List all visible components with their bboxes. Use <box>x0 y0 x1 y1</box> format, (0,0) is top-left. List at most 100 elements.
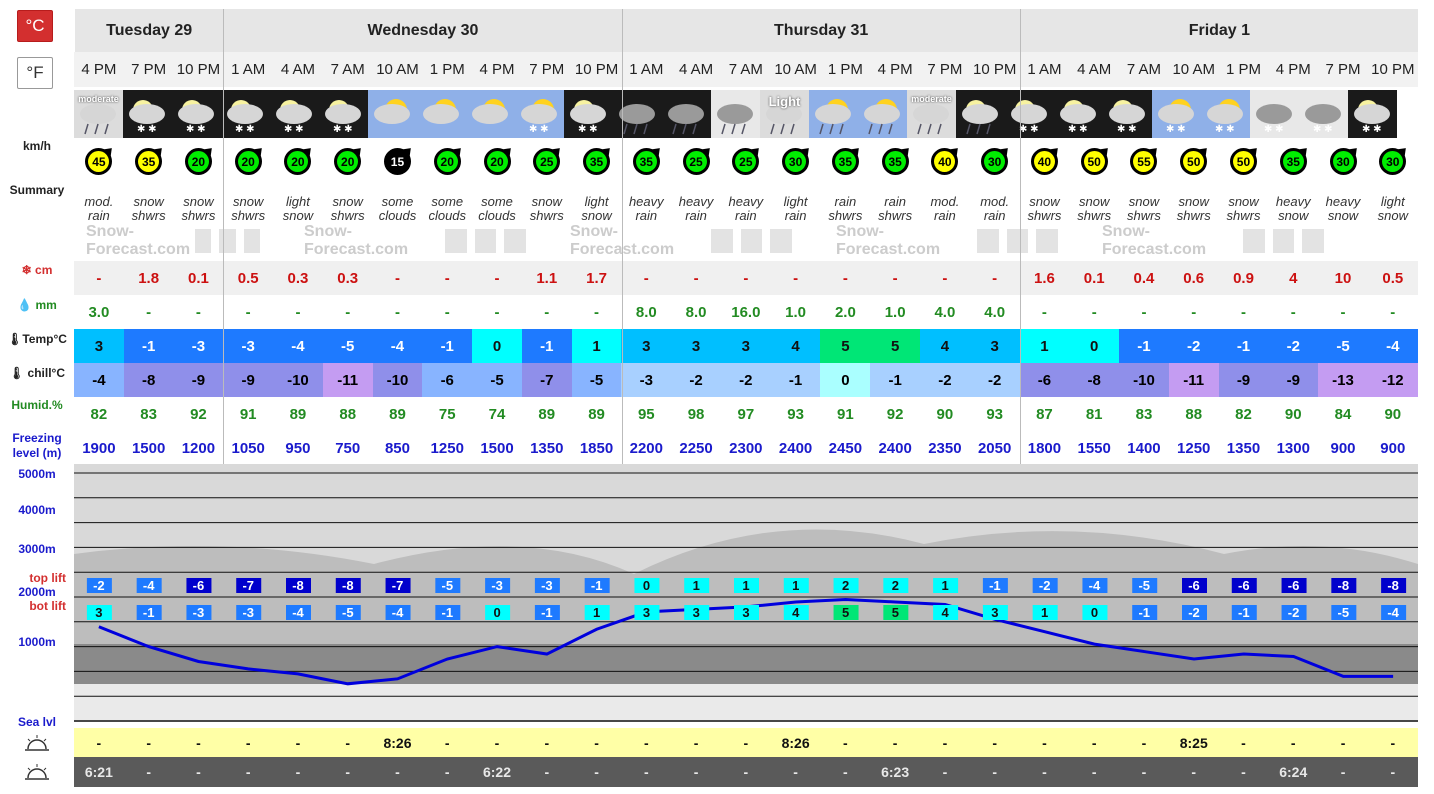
humidity-cell: 82 <box>1235 405 1252 423</box>
freezing-cell: 2250 <box>679 439 713 457</box>
time-cell: 1 PM <box>1225 61 1261 78</box>
wind-cell: 35 <box>621 139 671 184</box>
humidity-cell: 89 <box>588 405 605 423</box>
time-cell: 10 PM <box>972 61 1017 78</box>
chill-cell: -2 <box>671 363 721 397</box>
freezing-cell: 950 <box>285 439 311 457</box>
temp-cell: -3 <box>223 329 274 363</box>
heavy-rain-night-weather-icon <box>613 90 662 138</box>
raindrop-icon: 💧 <box>17 298 33 312</box>
time-cell: 4 PM <box>479 61 515 78</box>
bot-lift-temp: 3 <box>734 605 759 620</box>
watermark: Snow-Forecast.com <box>74 223 264 258</box>
sunset-cell: - <box>743 764 749 780</box>
chill-cell: 0 <box>820 363 871 397</box>
bot-lift-temp: 4 <box>783 605 809 620</box>
bot-lift-temp: 3 <box>86 605 112 620</box>
day-header: Thursday 31 <box>621 9 1020 52</box>
temp-cell: -1 <box>1119 329 1169 363</box>
time-cell: 1 AM <box>629 61 664 78</box>
wind-speed: 30 <box>785 151 807 172</box>
sunrise-cell: 8:26 <box>383 734 412 751</box>
day-separator <box>621 9 623 465</box>
sunrise-cell: - <box>345 734 351 751</box>
wind-row: 45 35 20 20 20 20 15 20 20 25 35 35 25 25 30 35 35 40 30 40… <box>74 139 1418 184</box>
wind-arrow-icon: 25 <box>533 148 561 175</box>
bot-lift-temp: 4 <box>933 605 959 620</box>
wind-speed: 35 <box>635 151 657 172</box>
snow-sun-weather-icon: ✱ ✱ <box>515 90 564 138</box>
top-lift-temp: -8 <box>335 578 361 593</box>
icon-label: moderate <box>911 94 952 104</box>
top-lift-temp: -7 <box>236 578 262 593</box>
rain-cell: - <box>146 303 152 321</box>
bot-lift-temp-value: -5 <box>1338 605 1350 620</box>
humidity-cell: 83 <box>1135 405 1153 423</box>
temp-cell: 3 <box>671 329 721 363</box>
wind-speed: 35 <box>1282 151 1304 172</box>
snow-night-weather-icon: ✱ ✱ <box>1103 90 1152 138</box>
top-lift-temp: 2 <box>883 578 909 593</box>
wind-cell: 25 <box>671 139 721 184</box>
temp-cell: -2 <box>1268 329 1319 363</box>
wind-cell: 40 <box>1020 139 1070 184</box>
rain-cell: 4.0 <box>984 303 1006 321</box>
sunset-cell: - <box>793 764 798 780</box>
humidity-cell: 87 <box>1036 405 1053 423</box>
fahrenheit-button[interactable]: °F <box>17 57 53 89</box>
humidity-cell: 81 <box>1085 405 1103 423</box>
freezing-cell: 900 <box>1330 439 1356 457</box>
wind-cell: 40 <box>920 139 970 184</box>
snow-cell: - <box>842 269 848 287</box>
wind-cell: 25 <box>522 139 572 184</box>
top-lift-temp: -5 <box>1132 578 1158 593</box>
watermark-logo-icon <box>194 229 211 253</box>
day-separator <box>1019 9 1021 465</box>
freezing-cell: 2400 <box>878 439 912 457</box>
watermark-text: Snow-Forecast.com <box>86 223 191 258</box>
rain-cell: - <box>1340 303 1346 321</box>
bot-lift-temp: -1 <box>534 605 560 620</box>
sunrise-icon <box>0 733 74 756</box>
wind-cell: 20 <box>422 139 472 184</box>
bot-lift-temp: -1 <box>1132 605 1158 620</box>
wind-cell: 25 <box>721 139 771 184</box>
top-lift-temp-value: 1 <box>941 578 948 593</box>
temp-cell: 5 <box>870 329 921 363</box>
sunrise-cell: - <box>1042 734 1047 751</box>
top-lift-temp-value: 2 <box>842 578 849 593</box>
celsius-button[interactable]: °C <box>17 10 53 42</box>
svg-text:✱ ✱: ✱ ✱ <box>1166 124 1186 135</box>
sunrise-cell: - <box>295 734 301 751</box>
humidity-cell: 82 <box>90 405 108 423</box>
sunrise-cell: - <box>1091 734 1097 751</box>
snowflake-icon: ❄ <box>21 263 32 277</box>
snow-night-weather-icon: ✱ ✱ <box>1005 90 1054 138</box>
snow-cell: - <box>743 269 749 287</box>
sunset-cell: - <box>693 764 699 780</box>
top-lift-temp: -1 <box>584 578 610 593</box>
sunset-cell: - <box>1390 764 1396 780</box>
chill-cell: -9 <box>1218 363 1269 397</box>
watermark-logo-icon <box>977 229 999 253</box>
freezing-cell: 1250 <box>1177 439 1211 457</box>
top-lift-temp-value: -4 <box>143 578 155 593</box>
humidity-cell: 93 <box>787 405 804 423</box>
sunset-cell: - <box>942 764 948 780</box>
bot-lift-temp: -1 <box>136 605 162 620</box>
watermark-text: Snow-Forecast.com <box>1102 223 1207 258</box>
wind-cell: 15 <box>373 139 423 184</box>
temp-cell: -1 <box>422 329 473 363</box>
temp-cell: -1 <box>1218 329 1269 363</box>
top-lift-temp: 1 <box>734 578 759 593</box>
snow-cell: - <box>494 269 500 287</box>
snow-cell: - <box>942 269 948 287</box>
wind-arrow-icon: 25 <box>682 148 710 175</box>
bot-lift-temp: 3 <box>634 605 660 620</box>
top-lift-temp-value: -6 <box>193 578 205 593</box>
rain-cell: - <box>245 303 251 321</box>
time-cell: 7 PM <box>131 61 167 78</box>
bot-lift-temp: 0 <box>1082 605 1108 620</box>
wind-cell: 20 <box>223 139 273 184</box>
chill-cell: -4 <box>74 363 124 397</box>
